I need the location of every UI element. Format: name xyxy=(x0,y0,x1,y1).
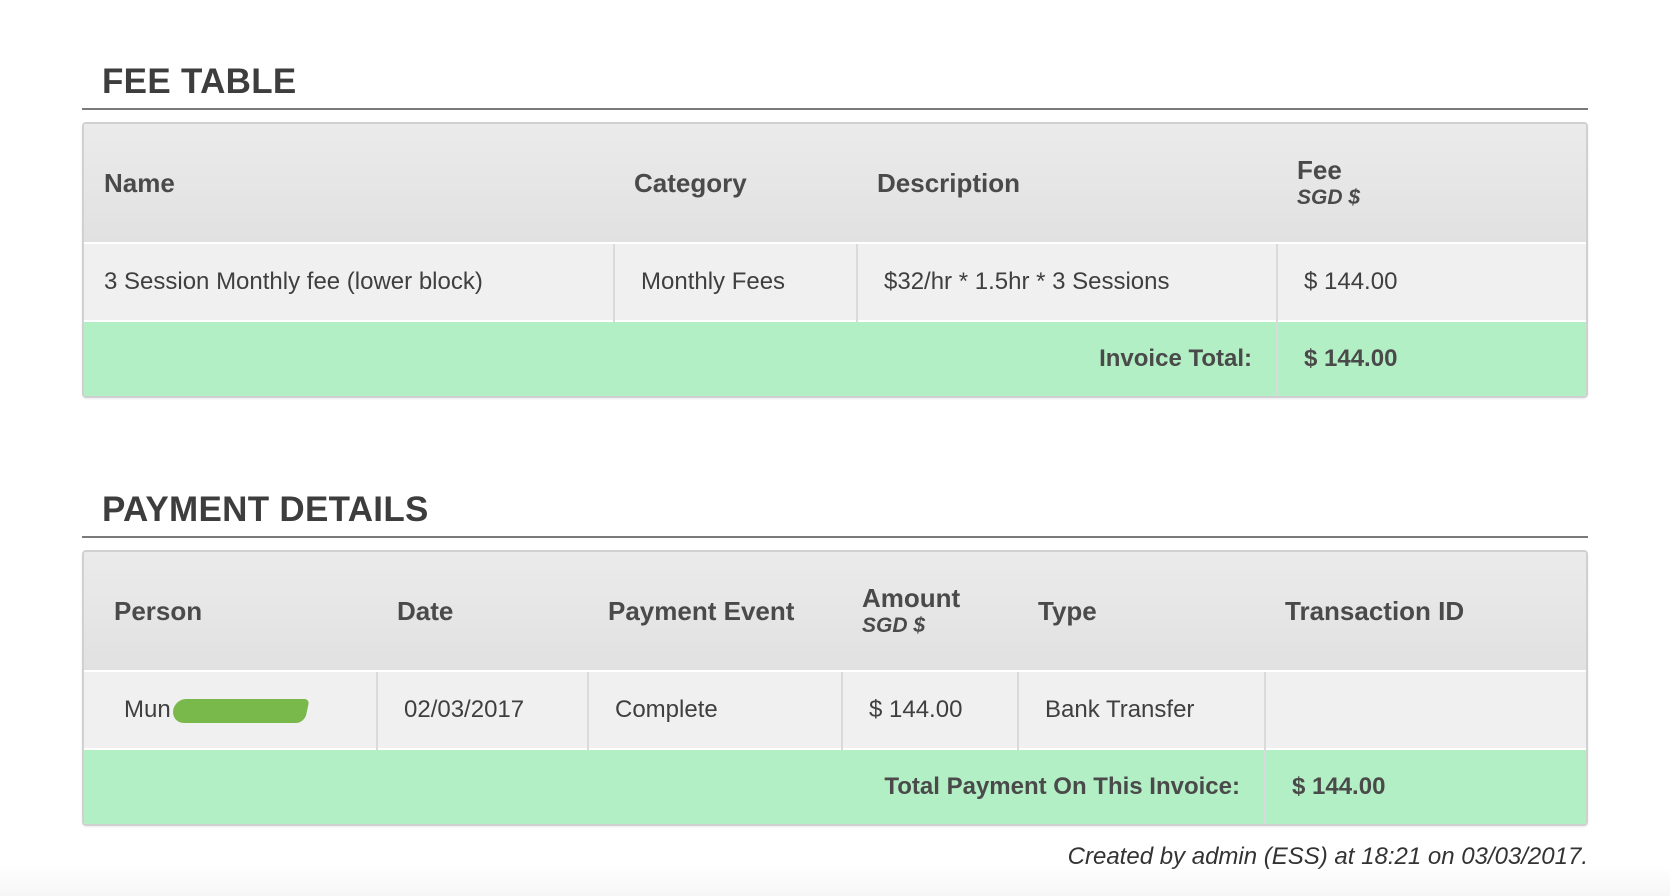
fee-name-cell: 3 Session Monthly fee (lower block) xyxy=(84,243,615,321)
redaction-mark xyxy=(170,698,310,723)
table-row: Mun 02/03/2017 Complete $ 144.00 Bank Tr… xyxy=(84,671,1586,749)
payment-event-cell: Complete xyxy=(588,671,843,749)
invoice-total-row: Invoice Total: $ 144.00 xyxy=(84,320,1586,396)
fee-amount-cell: $ 144.00 xyxy=(1277,243,1586,321)
invoice-total-label: Invoice Total: xyxy=(84,320,1278,396)
fee-table-section: FEE TABLE Name Category Description Fee … xyxy=(82,60,1588,398)
table-row: 3 Session Monthly fee (lower block) Mont… xyxy=(84,243,1586,321)
header-fee-unit: SGD $ xyxy=(1297,186,1361,209)
payment-amount-cell: $ 144.00 xyxy=(842,671,1019,749)
header-type[interactable]: Type xyxy=(1018,552,1265,672)
fee-table-header-row: Name Category Description Fee SGD $ xyxy=(84,124,1586,244)
header-payment-event[interactable]: Payment Event xyxy=(588,552,842,672)
header-fee-label: Fee xyxy=(1297,155,1342,185)
header-person[interactable]: Person xyxy=(84,552,377,672)
bottom-shadow xyxy=(0,866,1670,896)
header-description[interactable]: Description xyxy=(857,124,1277,244)
header-transaction-id[interactable]: Transaction ID xyxy=(1265,552,1586,672)
fee-description-cell: $32/hr * 1.5hr * 3 Sessions xyxy=(857,243,1278,321)
header-date[interactable]: Date xyxy=(377,552,588,672)
payment-transaction-id-cell xyxy=(1265,671,1586,749)
payment-date-cell: 02/03/2017 xyxy=(377,671,589,749)
header-category[interactable]: Category xyxy=(614,124,857,244)
person-name: Mun xyxy=(124,696,171,723)
header-name[interactable]: Name xyxy=(84,124,614,244)
payment-total-label: Total Payment On This Invoice: xyxy=(84,748,1266,824)
fee-table-title: FEE TABLE xyxy=(82,60,1588,110)
header-fee[interactable]: Fee SGD $ xyxy=(1277,124,1586,244)
payment-table: Person Date Payment Event Amount SGD $ T… xyxy=(82,550,1588,826)
payment-details-title: PAYMENT DETAILS xyxy=(82,488,1588,538)
payment-table-header-row: Person Date Payment Event Amount SGD $ T… xyxy=(84,552,1586,672)
payment-total-row: Total Payment On This Invoice: $ 144.00 xyxy=(84,748,1586,824)
header-amount[interactable]: Amount SGD $ xyxy=(842,552,1018,672)
payment-person-cell: Mun xyxy=(84,671,378,749)
payment-total-value: $ 144.00 xyxy=(1265,748,1586,824)
payment-type-cell: Bank Transfer xyxy=(1018,671,1266,749)
fee-category-cell: Monthly Fees xyxy=(614,243,858,321)
payment-details-section: PAYMENT DETAILS Person Date Payment Even… xyxy=(82,488,1588,826)
invoice-total-value: $ 144.00 xyxy=(1277,320,1586,396)
header-amount-label: Amount xyxy=(862,583,961,613)
header-amount-unit: SGD $ xyxy=(862,614,926,637)
fee-table: Name Category Description Fee SGD $ 3 Se… xyxy=(82,122,1588,398)
